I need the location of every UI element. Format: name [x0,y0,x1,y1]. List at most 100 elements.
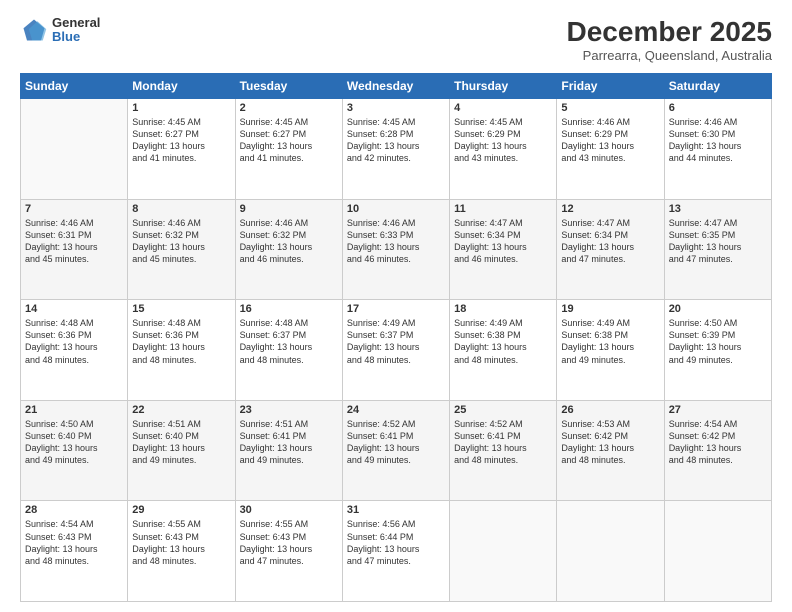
day-number: 5 [561,102,659,114]
week-row-0: 1 Sunrise: 4:45 AMSunset: 6:27 PMDaylight… [21,99,772,200]
calendar-cell: 19 Sunrise: 4:49 AMSunset: 6:38 PMDayligh… [557,300,664,401]
day-number: 9 [240,203,338,215]
calendar-cell: 25 Sunrise: 4:52 AMSunset: 6:41 PMDayligh… [450,400,557,501]
cell-text: Sunrise: 4:51 AMSunset: 6:41 PMDaylight:… [240,418,338,467]
cell-text: Sunrise: 4:46 AMSunset: 6:29 PMDaylight:… [561,116,659,165]
page: General Blue December 2025 Parrearra, Qu… [0,0,792,612]
cell-text: Sunrise: 4:48 AMSunset: 6:36 PMDaylight:… [25,317,123,366]
header-wednesday: Wednesday [342,74,449,99]
calendar-cell: 7 Sunrise: 4:46 AMSunset: 6:31 PMDaylight… [21,199,128,300]
calendar-cell: 17Sunrise: 4:49 AMSunset: 6:37 PMDayligh… [342,300,449,401]
calendar-cell: 22Sunrise: 4:51 AMSunset: 6:40 PMDayligh… [128,400,235,501]
calendar-cell: 23Sunrise: 4:51 AMSunset: 6:41 PMDayligh… [235,400,342,501]
week-row-4: 28 Sunrise: 4:54 AMSunset: 6:43 PMDayligh… [21,501,772,602]
calendar-cell: 21 Sunrise: 4:50 AMSunset: 6:40 PMDayligh… [21,400,128,501]
cell-text: Sunrise: 4:49 AMSunset: 6:37 PMDaylight:… [347,317,445,366]
day-number: 8 [132,203,230,215]
cell-text: Sunrise: 4:50 AMSunset: 6:39 PMDaylight:… [669,317,767,366]
cell-text: Sunrise: 4:55 AMSunset: 6:43 PMDaylight:… [240,518,338,567]
cell-text: Sunrise: 4:47 AMSunset: 6:35 PMDaylight:… [669,217,767,266]
cell-text: Sunrise: 4:46 AMSunset: 6:31 PMDaylight:… [25,217,123,266]
calendar-cell: 13 Sunrise: 4:47 AMSunset: 6:35 PMDayligh… [664,199,771,300]
calendar-cell [664,501,771,602]
cell-text: Sunrise: 4:52 AMSunset: 6:41 PMDaylight:… [454,418,552,467]
cell-text: Sunrise: 4:47 AMSunset: 6:34 PMDaylight:… [561,217,659,266]
calendar-cell: 26Sunrise: 4:53 AMSunset: 6:42 PMDayligh… [557,400,664,501]
day-number: 31 [347,504,445,516]
calendar-cell: 4 Sunrise: 4:45 AMSunset: 6:29 PMDaylight… [450,99,557,200]
logo: General Blue [20,16,100,45]
calendar-cell: 15 Sunrise: 4:48 AMSunset: 6:36 PMDayligh… [128,300,235,401]
header: General Blue December 2025 Parrearra, Qu… [20,16,772,63]
month-title: December 2025 [567,16,772,48]
day-number: 28 [25,504,123,516]
calendar-cell: 9Sunrise: 4:46 AMSunset: 6:32 PMDaylight… [235,199,342,300]
calendar-cell: 2 Sunrise: 4:45 AMSunset: 6:27 PMDaylight… [235,99,342,200]
cell-text: Sunrise: 4:45 AMSunset: 6:28 PMDaylight:… [347,116,445,165]
day-number: 25 [454,404,552,416]
day-number: 22 [132,404,230,416]
day-number: 30 [240,504,338,516]
day-number: 24 [347,404,445,416]
day-number: 2 [240,102,338,114]
cell-text: Sunrise: 4:46 AMSunset: 6:30 PMDaylight:… [669,116,767,165]
cell-text: Sunrise: 4:46 AMSunset: 6:32 PMDaylight:… [132,217,230,266]
cell-text: Sunrise: 4:54 AMSunset: 6:43 PMDaylight:… [25,518,123,567]
week-row-3: 21 Sunrise: 4:50 AMSunset: 6:40 PMDayligh… [21,400,772,501]
cell-text: Sunrise: 4:46 AMSunset: 6:33 PMDaylight:… [347,217,445,266]
calendar-cell: 16Sunrise: 4:48 AMSunset: 6:37 PMDayligh… [235,300,342,401]
day-number: 14 [25,303,123,315]
day-number: 11 [454,203,552,215]
day-number: 4 [454,102,552,114]
cell-text: Sunrise: 4:45 AMSunset: 6:29 PMDaylight:… [454,116,552,165]
calendar-cell: 8 Sunrise: 4:46 AMSunset: 6:32 PMDaylight… [128,199,235,300]
calendar-cell: 20 Sunrise: 4:50 AMSunset: 6:39 PMDayligh… [664,300,771,401]
day-number: 18 [454,303,552,315]
calendar-cell: 24Sunrise: 4:52 AMSunset: 6:41 PMDayligh… [342,400,449,501]
header-saturday: Saturday [664,74,771,99]
header-friday: Friday [557,74,664,99]
day-number: 6 [669,102,767,114]
day-number: 29 [132,504,230,516]
day-number: 16 [240,303,338,315]
cell-text: Sunrise: 4:49 AMSunset: 6:38 PMDaylight:… [454,317,552,366]
calendar-cell: 28 Sunrise: 4:54 AMSunset: 6:43 PMDayligh… [21,501,128,602]
cell-text: Sunrise: 4:45 AMSunset: 6:27 PMDaylight:… [240,116,338,165]
calendar-cell: 14 Sunrise: 4:48 AMSunset: 6:36 PMDayligh… [21,300,128,401]
calendar-cell: 6 Sunrise: 4:46 AMSunset: 6:30 PMDaylight… [664,99,771,200]
cell-text: Sunrise: 4:48 AMSunset: 6:36 PMDaylight:… [132,317,230,366]
calendar-cell [21,99,128,200]
cell-text: Sunrise: 4:54 AMSunset: 6:42 PMDaylight:… [669,418,767,467]
weekday-header-row: Sunday Monday Tuesday Wednesday Thursday… [21,74,772,99]
day-number: 20 [669,303,767,315]
day-number: 15 [132,303,230,315]
cell-text: Sunrise: 4:49 AMSunset: 6:38 PMDaylight:… [561,317,659,366]
day-number: 1 [132,102,230,114]
cell-text: Sunrise: 4:50 AMSunset: 6:40 PMDaylight:… [25,418,123,467]
cell-text: Sunrise: 4:55 AMSunset: 6:43 PMDaylight:… [132,518,230,567]
day-number: 7 [25,203,123,215]
day-number: 10 [347,203,445,215]
header-sunday: Sunday [21,74,128,99]
header-monday: Monday [128,74,235,99]
calendar-cell: 29 Sunrise: 4:55 AMSunset: 6:43 PMDayligh… [128,501,235,602]
calendar-cell: 10 Sunrise: 4:46 AMSunset: 6:33 PMDayligh… [342,199,449,300]
calendar-cell: 31Sunrise: 4:56 AMSunset: 6:44 PMDayligh… [342,501,449,602]
calendar-cell: 27 Sunrise: 4:54 AMSunset: 6:42 PMDayligh… [664,400,771,501]
calendar-cell [450,501,557,602]
calendar-cell [557,501,664,602]
calendar-cell: 3 Sunrise: 4:45 AMSunset: 6:28 PMDaylight… [342,99,449,200]
day-number: 27 [669,404,767,416]
calendar-cell: 12Sunrise: 4:47 AMSunset: 6:34 PMDayligh… [557,199,664,300]
week-row-1: 7 Sunrise: 4:46 AMSunset: 6:31 PMDaylight… [21,199,772,300]
week-row-2: 14 Sunrise: 4:48 AMSunset: 6:36 PMDayligh… [21,300,772,401]
cell-text: Sunrise: 4:45 AMSunset: 6:27 PMDaylight:… [132,116,230,165]
day-number: 21 [25,404,123,416]
day-number: 19 [561,303,659,315]
day-number: 13 [669,203,767,215]
logo-icon [20,16,48,44]
day-number: 3 [347,102,445,114]
calendar-cell: 5 Sunrise: 4:46 AMSunset: 6:29 PMDaylight… [557,99,664,200]
calendar-cell: 18 Sunrise: 4:49 AMSunset: 6:38 PMDayligh… [450,300,557,401]
logo-general: General [52,16,100,30]
